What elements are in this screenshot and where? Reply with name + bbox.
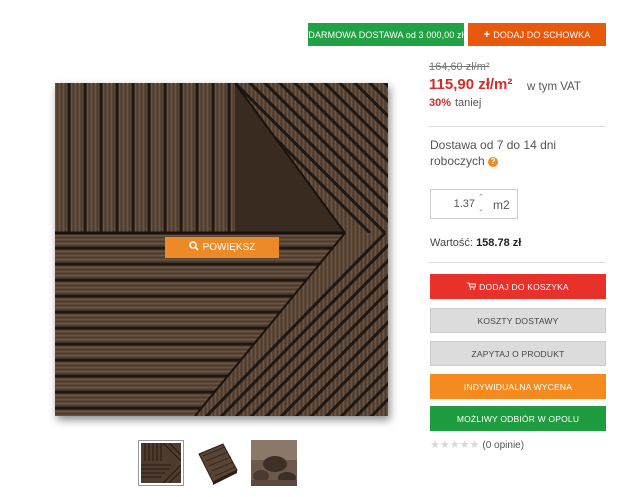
total-label: Wartość: xyxy=(430,237,473,249)
individual-quote-button[interactable]: INDYWIDUALNA WYCENA xyxy=(430,374,606,399)
cart-icon xyxy=(467,282,477,292)
thumbnail-3[interactable] xyxy=(251,440,297,486)
free-shipping-banner[interactable]: DARMOWA DOSTAWA od 3 000,00 zł xyxy=(308,23,464,46)
star-icon: ★ xyxy=(430,439,440,451)
total-amount: 158.78 zł xyxy=(476,237,522,249)
question-icon[interactable]: ? xyxy=(488,156,499,167)
chevron-down-icon[interactable]: ⌄ xyxy=(478,206,484,214)
divider xyxy=(429,262,606,263)
add-to-favorites-label: DODAJ DO SCHOWKA xyxy=(493,29,591,40)
zoom-label: POWIĘKSZ xyxy=(202,242,256,253)
rating-count[interactable]: (0 opinie) xyxy=(482,440,524,451)
chevron-up-icon[interactable]: ⌃ xyxy=(478,194,484,202)
star-icon: ★ xyxy=(469,439,480,451)
star-icon: ★ xyxy=(459,439,470,451)
pickup-label: MOŻLIWY ODBIÓR W OPOLU xyxy=(456,413,580,424)
star-icon: ★ xyxy=(449,439,460,451)
delivery-info: Dostawa od 7 do 14 dni roboczych ? xyxy=(430,137,580,169)
add-to-cart-button[interactable]: DODAJ DO KOSZYKA xyxy=(430,274,606,299)
thumbnail-2[interactable] xyxy=(195,440,241,486)
quantity-unit: m2 xyxy=(493,198,510,212)
divider xyxy=(429,126,606,127)
discount-percent: 30% xyxy=(429,97,452,109)
zoom-button[interactable]: POWIĘKSZ xyxy=(165,237,279,258)
shipping-cost-button[interactable]: KOSZTY DOSTAWY xyxy=(430,308,606,333)
individual-quote-label: INDYWIDUALNA WYCENA xyxy=(463,381,573,392)
old-price: 164,60 zł/m² xyxy=(429,61,490,73)
thumbnail-1[interactable] xyxy=(138,440,184,486)
quantity-input[interactable] xyxy=(435,197,477,211)
discount-label: taniej xyxy=(455,97,482,109)
star-icon: ★ xyxy=(439,439,450,451)
add-to-favorites-button[interactable]: + DODAJ DO SCHOWKA xyxy=(468,23,606,46)
add-to-cart-label: DODAJ DO KOSZYKA xyxy=(479,281,569,292)
pickup-opole-button[interactable]: MOŻLIWY ODBIÓR W OPOLU xyxy=(430,406,606,431)
total-value: Wartość: 158.78 zł xyxy=(430,237,521,249)
magnifier-icon xyxy=(188,241,199,254)
ask-about-product-label: ZAPYTAJ O PRODUKT xyxy=(471,348,565,359)
plus-icon: + xyxy=(483,28,491,41)
ask-about-product-button[interactable]: ZAPYTAJ O PRODUKT xyxy=(430,341,606,366)
free-shipping-label: DARMOWA DOSTAWA od 3 000,00 zł xyxy=(308,29,464,40)
rating[interactable]: ★ ★ ★ ★ ★ (0 opinie) xyxy=(430,439,524,452)
current-price: 115,90 zł/m² xyxy=(429,76,513,93)
quantity-stepper[interactable]: ⌃ ⌄ m2 xyxy=(430,189,518,219)
vat-note: w tym VAT xyxy=(527,81,581,93)
shipping-cost-label: KOSZTY DOSTAWY xyxy=(477,315,559,326)
